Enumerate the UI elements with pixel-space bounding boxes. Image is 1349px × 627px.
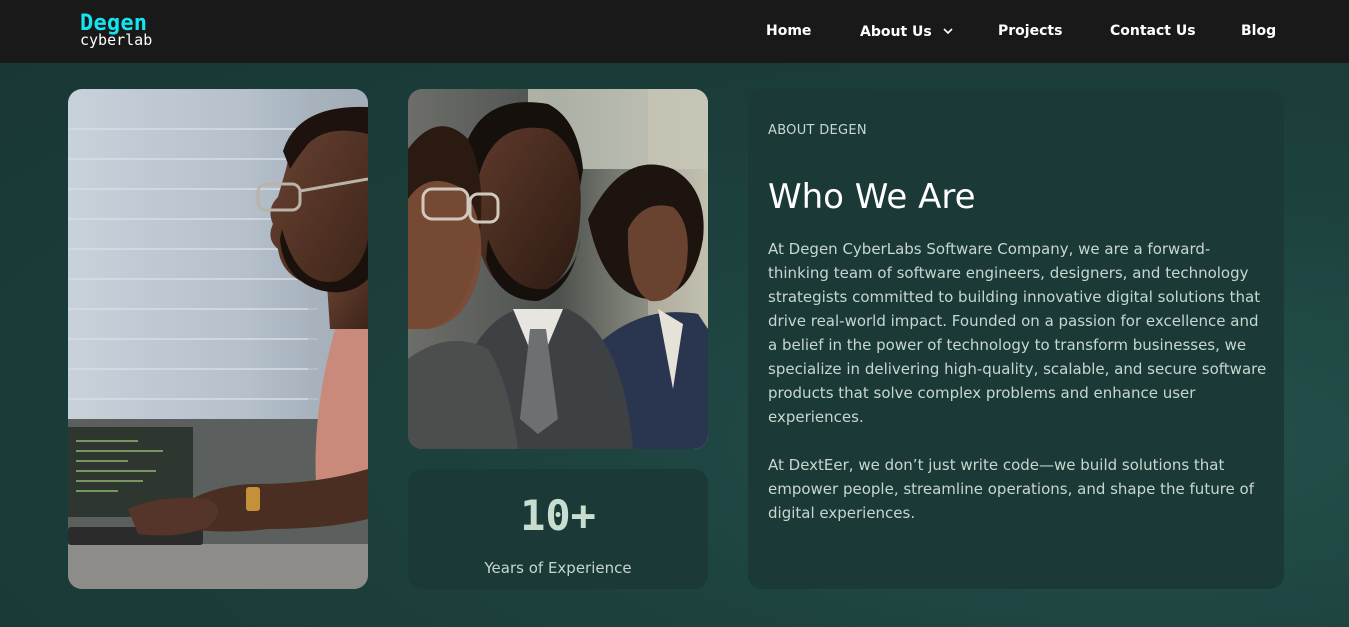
photo-people-seated — [408, 89, 708, 449]
navbar: Degen cyberlab Home About Us Projects Co… — [0, 0, 1349, 63]
nav-home-label: Home — [766, 23, 812, 39]
stat-value: 10+ — [520, 491, 596, 540]
brand-name-bottom: cyberlab — [80, 31, 153, 49]
nav-about-us-label: About Us — [860, 24, 932, 40]
nav-projects-label: Projects — [998, 23, 1063, 39]
nav-contact-us[interactable]: Contact Us — [1110, 22, 1196, 40]
about-paragraph-1: At Degen CyberLabs Software Company, we … — [768, 240, 1267, 426]
nav-contact-us-label: Contact Us — [1110, 23, 1196, 39]
nav-projects[interactable]: Projects — [998, 22, 1062, 40]
chevron-down-icon — [943, 22, 953, 40]
section-eyebrow: ABOUT DEGEN — [768, 123, 867, 138]
nav-about-us[interactable]: About Us — [860, 22, 953, 41]
nav-blog[interactable]: Blog — [1241, 22, 1276, 40]
brand-logo[interactable]: Degen cyberlab — [80, 13, 152, 48]
about-paragraph-2: At DextEer, we don’t just write code—we … — [768, 456, 1254, 522]
section-heading: Who We Are — [768, 177, 976, 217]
nav-blog-label: Blog — [1241, 23, 1277, 39]
about-card: ABOUT DEGEN Who We Are At Degen CyberLab… — [748, 89, 1284, 589]
experience-stat-card: 10+ Years of Experience — [408, 469, 708, 589]
stat-label: Years of Experience — [484, 559, 632, 577]
nav-home[interactable]: Home — [766, 22, 811, 40]
photo-man-at-laptop — [68, 89, 368, 589]
